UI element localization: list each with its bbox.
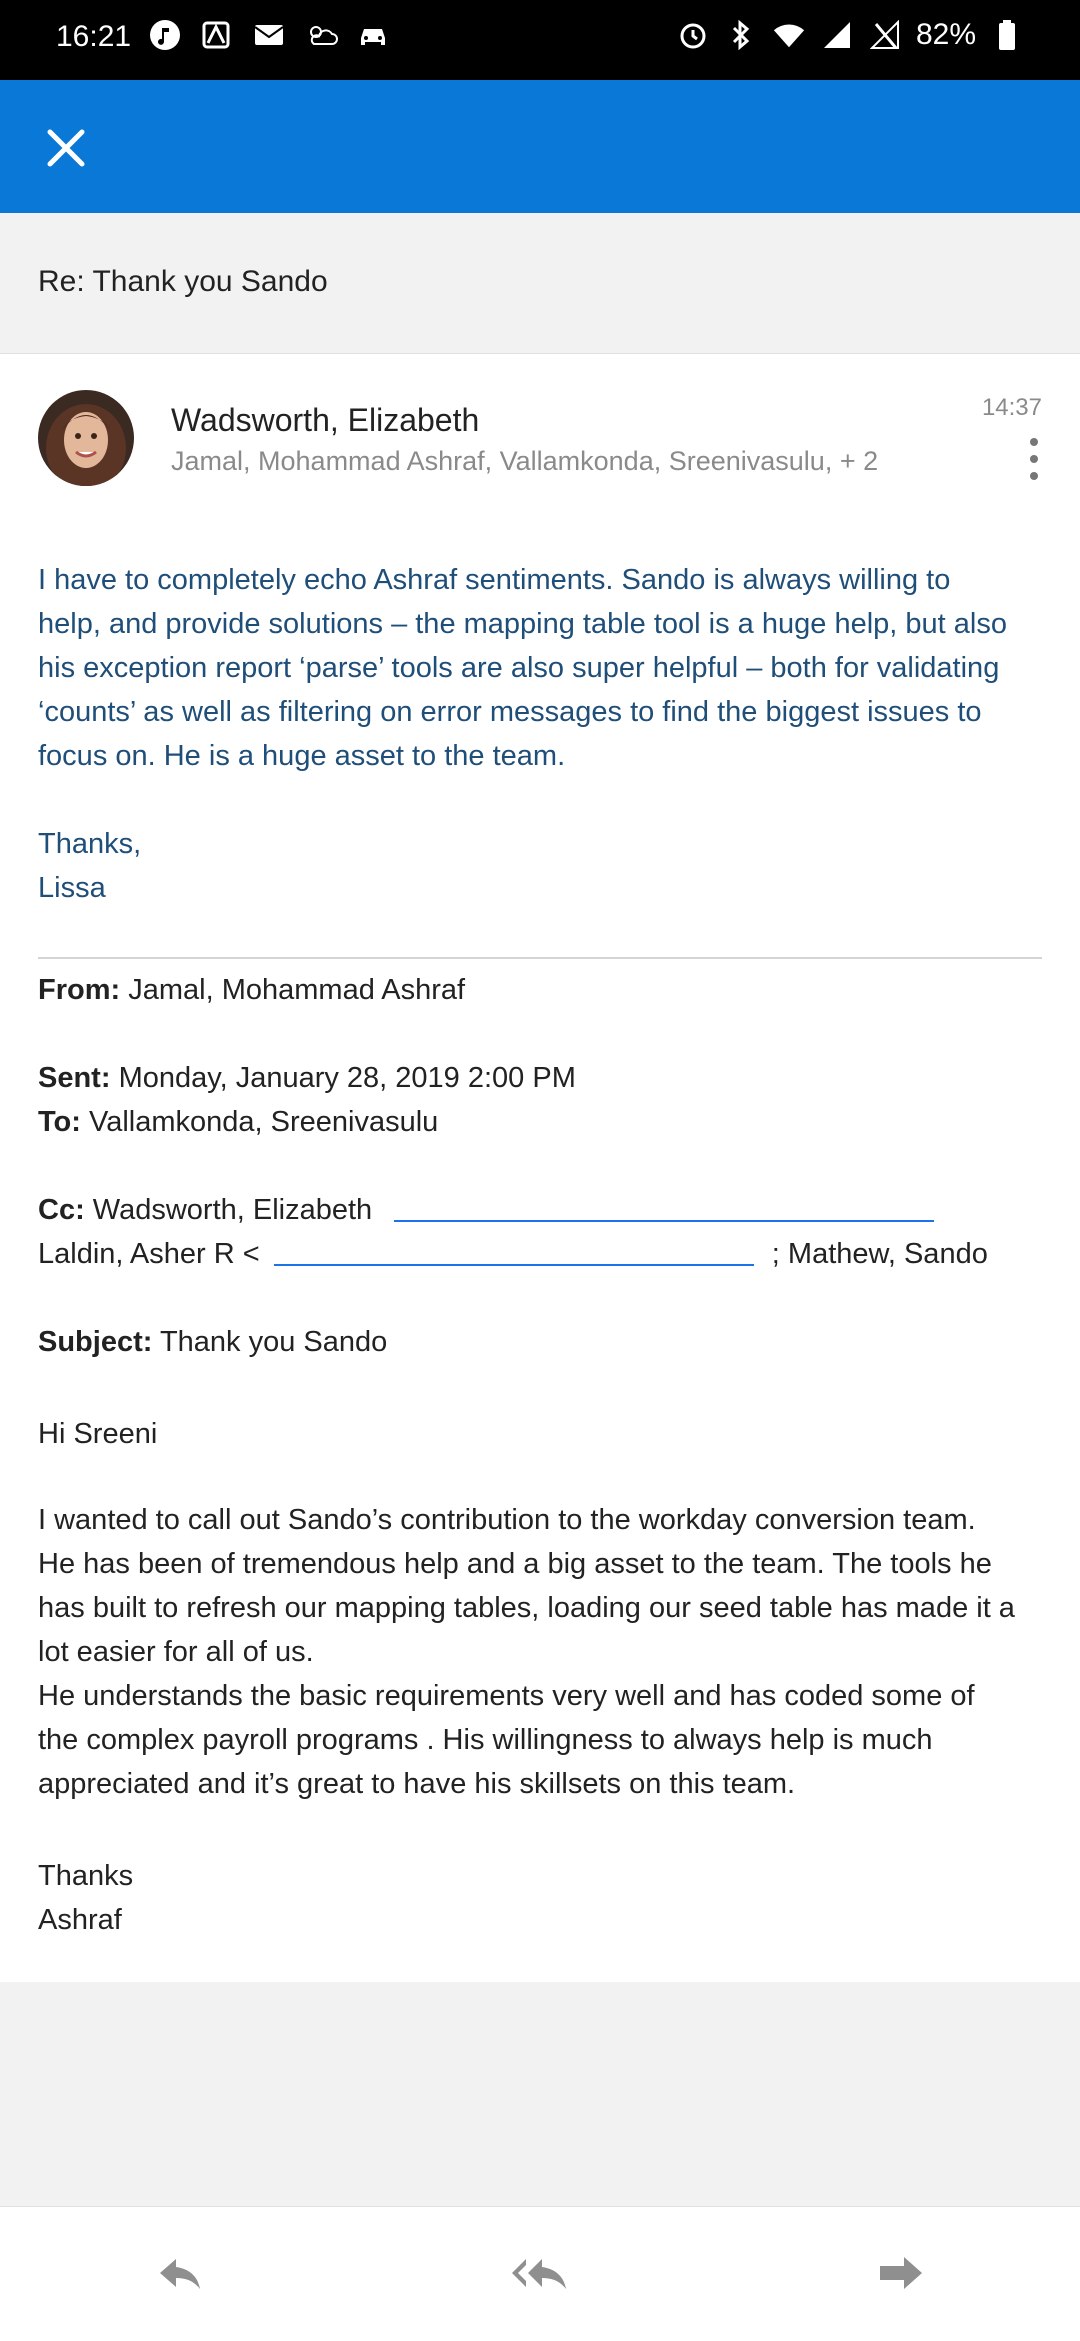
- close-icon: [47, 129, 85, 167]
- message-time: 14:37: [981, 394, 1042, 421]
- more-options-button[interactable]: [1024, 434, 1044, 484]
- quote-divider: [38, 957, 1042, 959]
- subject-label: Subject:: [38, 1326, 153, 1358]
- body-line: I wanted to call out Sando’s contributio…: [38, 1504, 976, 1536]
- mail-icon: [252, 18, 286, 52]
- quoted-sent: Sent: Monday, January 28, 2019 2:00 PM: [38, 1062, 576, 1095]
- bluetooth-icon: [724, 18, 758, 52]
- signoff-line: Thanks,: [38, 828, 142, 860]
- body-line: He understands the basic requirements ve…: [38, 1680, 975, 1712]
- sender-name[interactable]: Wadsworth, Elizabeth: [171, 402, 479, 439]
- car-icon: [356, 18, 390, 52]
- to-label: To:: [38, 1106, 81, 1138]
- forward-button[interactable]: [868, 2243, 932, 2303]
- redacted-email-link[interactable]: [273, 1244, 754, 1267]
- body-line: He has been of tremendous help and a big…: [38, 1548, 992, 1580]
- quoted-body: I wanted to call out Sando’s contributio…: [38, 1498, 1048, 1806]
- from-value: Jamal, Mohammad Ashraf: [128, 974, 466, 1006]
- closing-name: Ashraf: [38, 1904, 122, 1936]
- body-line: his exception report ‘parse’ tools are a…: [38, 652, 1000, 684]
- sent-label: Sent:: [38, 1062, 111, 1094]
- avatar[interactable]: [38, 390, 134, 486]
- reply-icon: [160, 2259, 200, 2289]
- redacted-email-link[interactable]: [394, 1200, 935, 1223]
- body-line: has built to refresh our mapping tables,…: [38, 1592, 1015, 1624]
- signoff-name: Lissa: [38, 872, 106, 904]
- battery-icon: [990, 18, 1024, 52]
- quoted-from: From: Jamal, Mohammad Ashraf: [38, 974, 465, 1007]
- body-line: help, and provide solutions – the mappin…: [38, 608, 1007, 640]
- body-line: appreciated and it’s great to have his s…: [38, 1768, 796, 1800]
- weather-icon: [304, 18, 338, 52]
- quoted-closing: Thanks Ashraf: [38, 1854, 1048, 1942]
- app-icon: [200, 18, 234, 52]
- body-line: ‘counts’ as well as filtering on error m…: [38, 696, 982, 728]
- cc-value: Wadsworth, Elizabeth: [92, 1194, 373, 1226]
- app-bar: [0, 80, 1080, 213]
- reply-all-button[interactable]: [508, 2243, 572, 2303]
- recipients-list[interactable]: Jamal, Mohammad Ashraf, Vallamkonda, Sre…: [171, 446, 878, 477]
- forward-icon: [880, 2257, 922, 2289]
- music-icon: [148, 18, 182, 52]
- signoff: Thanks, Lissa: [38, 822, 141, 910]
- body-line: I have to completely echo Ashraf sentime…: [38, 564, 951, 596]
- quoted-cc: Cc: Wadsworth, Elizabeth: [38, 1194, 935, 1227]
- to-value: Vallamkonda, Sreenivasulu: [89, 1106, 439, 1138]
- closing-line: Thanks: [38, 1860, 134, 1892]
- from-label: From:: [38, 974, 121, 1006]
- signal-icon: [820, 18, 854, 52]
- quoted-subject: Subject: Thank you Sando: [38, 1326, 387, 1359]
- message-body: I have to completely echo Ashraf sentime…: [38, 558, 1038, 778]
- quoted-to: To: Vallamkonda, Sreenivasulu: [38, 1106, 438, 1139]
- greeting: Hi Sreeni: [38, 1418, 158, 1450]
- subject-bar: Re: Thank you Sando: [0, 213, 1080, 354]
- status-bar: 16:21 82%: [0, 0, 1080, 80]
- body-line: focus on. He is a huge asset to the team…: [38, 740, 566, 772]
- reply-all-icon: [512, 2259, 566, 2289]
- battery-percent: 82%: [915, 18, 976, 51]
- reply-button[interactable]: [148, 2243, 212, 2303]
- status-time: 16:21: [56, 20, 132, 53]
- wifi-icon: [772, 18, 806, 52]
- signal-off-icon: [868, 18, 902, 52]
- system-icons: 82%: [676, 18, 1024, 52]
- close-button[interactable]: [40, 122, 92, 174]
- quoted-cc-line2: Laldin, Asher R < ; Mathew, Sando: [38, 1238, 988, 1271]
- subject-value: Thank you Sando: [159, 1326, 388, 1358]
- bottom-toolbar: [0, 2206, 1080, 2341]
- alarm-icon: [676, 18, 710, 52]
- cc-label: Cc:: [38, 1194, 85, 1226]
- notification-icons: [148, 18, 390, 52]
- cc-value: ; Mathew, Sando: [771, 1238, 988, 1270]
- sent-value: Monday, January 28, 2019 2:00 PM: [118, 1062, 576, 1094]
- more-vertical-icon: [1030, 438, 1038, 446]
- email-subject: Re: Thank you Sando: [38, 265, 328, 298]
- body-line: the complex payroll programs . His willi…: [38, 1724, 933, 1756]
- cc-value: Laldin, Asher R <: [38, 1238, 260, 1270]
- message-card: Wadsworth, Elizabeth Jamal, Mohammad Ash…: [0, 354, 1080, 1982]
- body-line: lot easier for all of us.: [38, 1636, 314, 1668]
